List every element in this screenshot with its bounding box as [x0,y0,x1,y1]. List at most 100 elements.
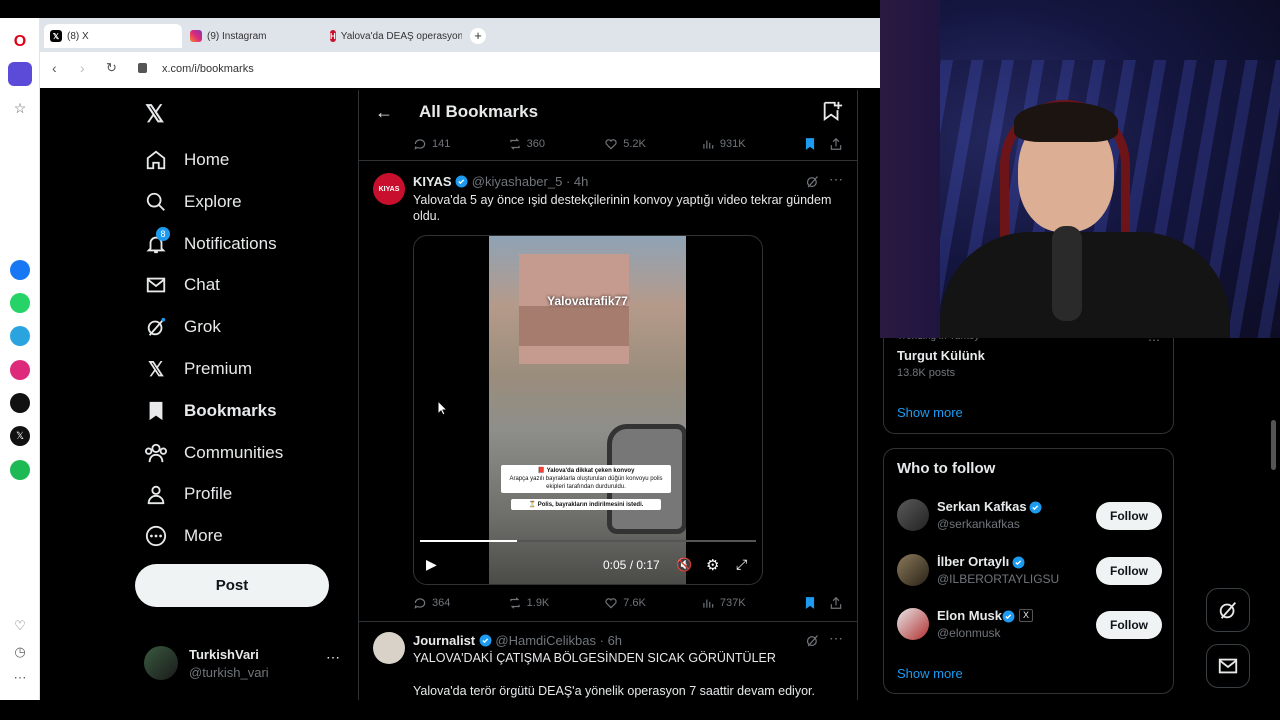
tweet-more-icon[interactable]: ⋯ [829,171,843,188]
nav-more[interactable]: More [144,516,223,556]
whatsapp-icon[interactable] [10,293,30,313]
section-title: Who to follow [897,460,996,477]
follow-suggestion[interactable]: İlber Ortaylı @ILBERORTAYLIGSU Follow [884,548,1175,594]
nav-explore[interactable]: Explore [144,182,242,222]
reply-button[interactable]: 364 [413,596,508,610]
tiktok-icon[interactable] [10,393,30,413]
tweet-header: Journalist @HamdiCelikbas · 6h [413,633,622,648]
tab-x[interactable]: 𝕏 (8) X [44,24,182,48]
messenger-icon[interactable] [10,260,30,280]
building-shape [519,306,629,346]
follow-suggestion[interactable]: Serkan Kafkas @serkankafkas Follow [884,493,1175,539]
post-button[interactable]: Post [135,564,329,607]
nav-grok[interactable]: Grok [144,307,221,347]
follow-button[interactable]: Follow [1096,502,1162,530]
lock-icon [138,63,147,73]
tweet-more-icon[interactable]: ⋯ [829,630,843,647]
history-icon[interactable]: ◷ [10,642,30,662]
purple-light [880,0,940,338]
tab-instagram[interactable]: (9) Instagram [184,24,322,48]
bookmark-active-icon[interactable] [803,137,829,151]
nav-notifications[interactable]: 8 Notifications [144,224,277,264]
instagram-favicon-icon [190,30,202,42]
settings-icon[interactable]: ⚙ [706,556,719,574]
reload-icon[interactable]: ↻ [106,60,117,76]
follow-suggestion[interactable]: Elon Musk X @elonmusk Follow [884,602,1175,648]
show-more-link[interactable]: Show more [897,405,963,420]
instagram-icon[interactable] [10,360,30,380]
video-frame: Yalovatrafik77 📕 Yalova'da dikkat çeken … [489,236,686,584]
forward-icon[interactable]: › [80,60,85,76]
repost-button[interactable]: 1.9K [508,596,605,610]
more-icon[interactable]: ⋯ [10,668,30,688]
nav-profile[interactable]: Profile [144,474,232,514]
x-logo-icon[interactable]: 𝕏 [145,100,164,129]
tweet-text: Yalova'da terör örgütü DEAŞ'a yönelik op… [413,684,815,698]
tweet[interactable]: Journalist @HamdiCelikbas · 6h ⋯ YALOVA'… [359,622,857,700]
nav-chat[interactable]: Chat [144,265,220,305]
avatar[interactable] [373,632,405,664]
notification-badge: 8 [156,227,170,241]
views-count[interactable]: 737K [701,596,804,610]
tab-news[interactable]: H Yalova'da DEAŞ operasyon [324,24,462,48]
back-arrow-icon[interactable]: ← [375,102,393,123]
nav-communities[interactable]: Communities [144,433,283,473]
follow-button[interactable]: Follow [1096,611,1162,639]
play-icon[interactable]: ▶ [426,556,437,573]
account-switcher[interactable]: TurkishVari @turkish_vari ⋯ [144,644,344,684]
share-icon[interactable] [829,596,843,610]
account-more-icon[interactable]: ⋯ [326,649,340,666]
trend-posts: 13.8K posts [897,367,956,379]
share-icon[interactable] [829,137,843,151]
like-button[interactable]: 5.2K [604,137,701,151]
search-icon [144,190,168,214]
add-folder-icon[interactable] [821,100,843,127]
author-name[interactable]: KIYAS [413,174,452,189]
grok-icon [144,315,168,339]
mute-icon[interactable]: 🔇 [676,557,692,573]
reply-button[interactable]: 141 [413,137,508,151]
fullscreen-icon[interactable]: ⤢ [736,556,747,573]
repost-button[interactable]: 360 [508,137,605,151]
video-player[interactable]: Yalovatrafik77 📕 Yalova'da dikkat çeken … [413,235,763,585]
like-button[interactable]: 7.6K [604,596,701,610]
tweet-time[interactable]: · 6h [600,633,622,648]
grok-icon[interactable] [805,633,820,653]
tweet-time[interactable]: · 4h [566,174,588,189]
streamer-hair [1014,102,1118,142]
video-progress-track[interactable] [420,540,756,542]
back-icon[interactable]: ‹ [52,60,57,76]
nav-bookmarks[interactable]: Bookmarks [144,391,277,431]
show-more-link[interactable]: Show more [897,666,963,681]
star-icon[interactable]: ☆ [10,98,30,118]
heart-icon[interactable]: ♡ [10,616,30,636]
grok-float-button[interactable] [1206,588,1250,632]
tweet[interactable]: KIYAS KIYAS @kiyashaber_5 · 4h ⋯ Yalova'… [359,161,857,621]
messages-float-button[interactable] [1206,644,1250,688]
spotify-icon[interactable] [10,460,30,480]
nav-premium[interactable]: 𝕏 Premium [144,349,252,389]
new-tab-button[interactable]: + [470,28,486,44]
trend-name[interactable]: Turgut Külünk [897,348,985,363]
tweet-header: KIYAS @kiyashaber_5 · 4h [413,174,588,189]
x-sidebar-icon[interactable]: 𝕏 [10,426,30,446]
scrollbar-thumb[interactable] [1271,420,1276,470]
main-column: ← All Bookmarks 141 360 5.2K 931K KIYAS … [358,90,858,700]
follow-button[interactable]: Follow [1096,557,1162,585]
verified-icon [1002,610,1015,623]
views-count[interactable]: 931K [701,137,804,151]
tweet-actions: 141 360 5.2K 931K [413,137,843,151]
url-field[interactable]: x.com/i/bookmarks [162,63,254,75]
nav-home[interactable]: Home [144,140,229,180]
telegram-icon[interactable] [10,326,30,346]
x-app: 𝕏 Home Explore 8 Notifications Chat Grok… [44,90,880,700]
author-name[interactable]: Journalist [413,633,475,648]
author-handle[interactable]: @kiyashaber_5 [472,174,563,189]
account-handle: @turkish_vari [189,665,269,680]
bookmark-active-icon[interactable] [803,596,829,610]
avatar[interactable]: KIYAS [373,173,405,205]
author-handle[interactable]: @HamdiCelikbas [495,633,596,648]
verified-icon [479,634,492,647]
grok-icon[interactable] [805,174,820,194]
home-sidebar-icon[interactable] [8,62,32,86]
